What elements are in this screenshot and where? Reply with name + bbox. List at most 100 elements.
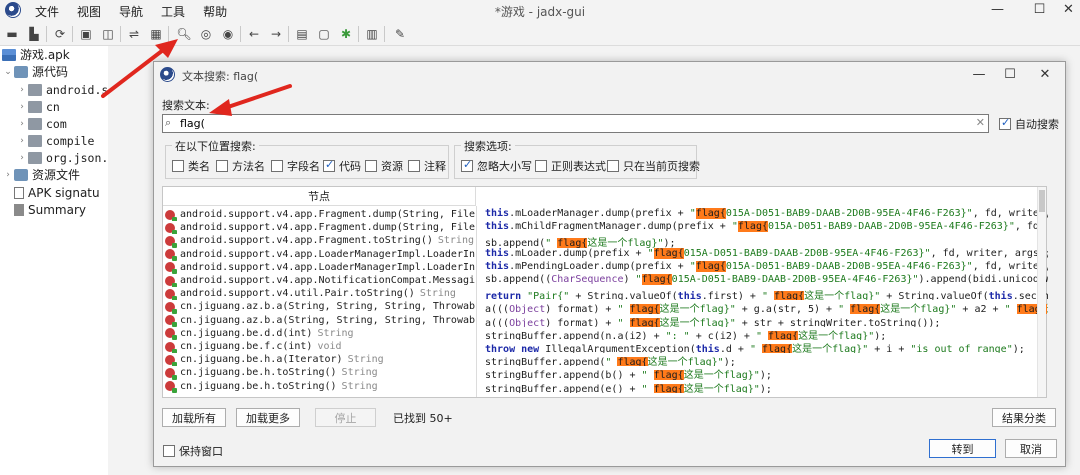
result-code-line[interactable]: sb.append(" flag{这是一个flag}"); <box>485 234 1048 248</box>
result-node-row[interactable]: cn.jiguang.be.h.a(Iterator) String <box>165 353 475 367</box>
result-code-line[interactable]: sb.append((CharSequence) "flag{015A-D051… <box>485 274 1048 287</box>
chevron-right-icon[interactable]: › <box>16 102 28 112</box>
open-icon[interactable]: ▬ <box>3 25 21 43</box>
dialog-minimize-button[interactable]: — <box>964 64 994 86</box>
chevron-right-icon[interactable]: › <box>16 153 28 163</box>
result-code-line[interactable]: this.mChildFragmentManager.dump(prefix +… <box>485 221 1048 234</box>
checkbox-icon[interactable] <box>271 160 283 172</box>
checkbox-checked-icon[interactable] <box>999 116 1011 130</box>
result-node-row[interactable]: android.support.v4.app.Fragment.toString… <box>165 234 475 248</box>
dialog-maximize-button[interactable]: ☐ <box>995 64 1025 86</box>
settings-icon[interactable]: ✎ <box>391 25 409 43</box>
search-in-comment-checkbox[interactable]: 注释 <box>408 158 446 174</box>
sync-icon[interactable]: ⇌ <box>125 25 143 43</box>
checkbox-checked-icon[interactable] <box>461 158 473 172</box>
result-code-line[interactable]: a(((Object) format) + " flag{这是一个flag}" … <box>485 300 1048 314</box>
result-node-row[interactable]: cn.jiguang.be.d.d(int) String <box>165 327 475 340</box>
log-icon[interactable]: ▤ <box>293 25 311 43</box>
result-node-row[interactable]: cn.jiguang.be.f.c(int) void <box>165 340 475 354</box>
tree-item-signature[interactable]: APK signatu <box>14 184 100 201</box>
reload-icon[interactable]: ⟳ <box>51 25 69 43</box>
result-node-row[interactable]: android.support.v4.app.NotificationCompa… <box>165 274 475 288</box>
tree-item-resources[interactable]: › 资源文件 <box>2 166 80 183</box>
stop-button[interactable]: 停止 <box>315 408 376 427</box>
checkbox-icon[interactable] <box>607 160 619 172</box>
result-node-row[interactable]: android.support.v4.app.Fragment.dump(Str… <box>165 221 475 235</box>
cancel-button[interactable]: 取消 <box>1005 439 1057 458</box>
tree-item-summary[interactable]: Summary <box>14 201 86 218</box>
clear-icon[interactable]: ✕ <box>976 116 985 129</box>
save-all-icon[interactable]: ◫ <box>99 25 117 43</box>
result-code-line[interactable]: stringBuffer.append(n.a(i2) + ": " + c(i… <box>485 327 1048 340</box>
chevron-right-icon[interactable]: › <box>16 136 28 146</box>
tree-item-package[interactable]: › com <box>16 115 67 132</box>
group-results-button[interactable]: 结果分类 <box>992 408 1056 427</box>
result-code-line[interactable]: stringBuffer.append(e() + " flag{这是一个fla… <box>485 380 1048 393</box>
result-code-line[interactable]: this.mLoader.dump(prefix + "flag{015A-D0… <box>485 247 1048 261</box>
add-files-icon[interactable]: ▙ <box>25 25 43 43</box>
find-usage-icon[interactable]: ◎ <box>197 25 215 43</box>
current-page-checkbox[interactable]: 只在当前页搜索 <box>607 158 700 174</box>
checkbox-icon[interactable] <box>365 160 377 172</box>
deobfuscation-icon[interactable]: ▥ <box>363 25 381 43</box>
result-node-row[interactable]: android.support.v4.app.LoaderManagerImpl… <box>165 248 475 261</box>
forward-icon[interactable]: → <box>267 25 285 43</box>
back-icon[interactable]: ← <box>245 25 263 43</box>
result-node-row[interactable]: cn.jiguang.be.h.toString() String <box>165 380 475 393</box>
bug-icon[interactable]: ✱ <box>337 25 355 43</box>
tree-item-package[interactable]: › android.s <box>16 81 108 98</box>
save-icon[interactable]: ▣ <box>77 25 95 43</box>
flat-packages-icon[interactable]: ▦ <box>147 25 165 43</box>
tree-item-package[interactable]: › cn <box>16 98 60 115</box>
tree-item-apk[interactable]: 游戏.apk <box>2 46 70 63</box>
tree-item-source[interactable]: ⌄ 源代码 <box>2 63 68 80</box>
search-in-method-checkbox[interactable]: 方法名 <box>216 158 265 174</box>
checkbox-checked-icon[interactable] <box>323 158 335 172</box>
search-in-class-checkbox[interactable]: 类名 <box>172 158 210 174</box>
result-code-line[interactable]: a(((Object) format) + " flag{这是一个flag}" … <box>485 314 1048 327</box>
chevron-right-icon[interactable]: › <box>16 119 28 129</box>
checkbox-icon[interactable] <box>408 160 420 172</box>
search-field[interactable]: ⌕ ✕ <box>162 114 989 133</box>
tree-item-package[interactable]: › org.json. <box>16 149 108 166</box>
vertical-scrollbar[interactable] <box>1037 187 1046 397</box>
result-code-line[interactable]: this.mPendingLoader.dump(prefix + "flag{… <box>485 260 1048 274</box>
tree-item-package[interactable]: › compile <box>16 132 94 149</box>
close-button[interactable]: ✕ <box>1046 0 1080 20</box>
result-node-row[interactable]: android.support.v4.app.Fragment.dump(Str… <box>165 208 475 222</box>
preferences-icon[interactable]: ▢ <box>315 25 333 43</box>
checkbox-icon[interactable] <box>535 160 547 172</box>
search-in-field-checkbox[interactable]: 字段名 <box>271 158 320 174</box>
minimize-button[interactable]: — <box>975 0 1020 20</box>
result-code-line[interactable]: return "Pair{" + String.valueOf(this.fir… <box>485 287 1048 301</box>
ignore-case-checkbox[interactable]: 忽略大小写 <box>461 158 532 174</box>
search-in-resource-checkbox[interactable]: 资源 <box>365 158 403 174</box>
result-node-row[interactable]: android.support.v4.util.Pair.toString() S… <box>165 287 475 301</box>
result-node-row[interactable]: cn.jiguang.az.b.a(String, String, String… <box>165 300 475 314</box>
regex-checkbox[interactable]: 正则表达式 <box>535 158 606 174</box>
chevron-right-icon[interactable]: › <box>2 170 14 180</box>
auto-search-checkbox[interactable]: 自动搜索 <box>999 116 1059 132</box>
search-icon[interactable]: 🔍︎ <box>175 25 193 43</box>
search-input[interactable] <box>180 116 970 131</box>
result-code-line[interactable]: throw new IllegalArgumentException(this.… <box>485 340 1048 354</box>
result-node-row[interactable]: cn.jiguang.be.h.toString() String <box>165 366 475 380</box>
goto-button[interactable]: 转到 <box>929 439 996 458</box>
result-code-line[interactable]: stringBuffer.append(b() + " flag{这是一个fla… <box>485 366 1048 380</box>
result-code-line[interactable]: this.mLoaderManager.dump(prefix + "flag{… <box>485 208 1048 221</box>
column-header-node[interactable]: 节点 <box>163 187 476 206</box>
keep-window-checkbox[interactable]: 保持窗口 <box>163 443 223 459</box>
checkbox-icon[interactable] <box>163 445 175 457</box>
find-class-icon[interactable]: ◉ <box>219 25 237 43</box>
chevron-down-icon[interactable]: ⌄ <box>2 67 14 77</box>
load-all-button[interactable]: 加载所有 <box>162 408 226 427</box>
checkbox-icon[interactable] <box>172 160 184 172</box>
dialog-close-button[interactable]: ✕ <box>1030 64 1060 86</box>
result-node-row[interactable]: cn.jiguang.az.b.a(String, String, String… <box>165 314 475 327</box>
result-node-row[interactable]: android.support.v4.app.LoaderManagerImpl… <box>165 261 475 274</box>
checkbox-icon[interactable] <box>216 160 228 172</box>
search-in-code-checkbox[interactable]: 代码 <box>323 158 361 174</box>
result-code-line[interactable]: stringBuffer.append(" flag{这是一个flag}"); <box>485 353 1048 367</box>
scrollbar-thumb[interactable] <box>1039 190 1045 212</box>
load-more-button[interactable]: 加载更多 <box>236 408 300 427</box>
